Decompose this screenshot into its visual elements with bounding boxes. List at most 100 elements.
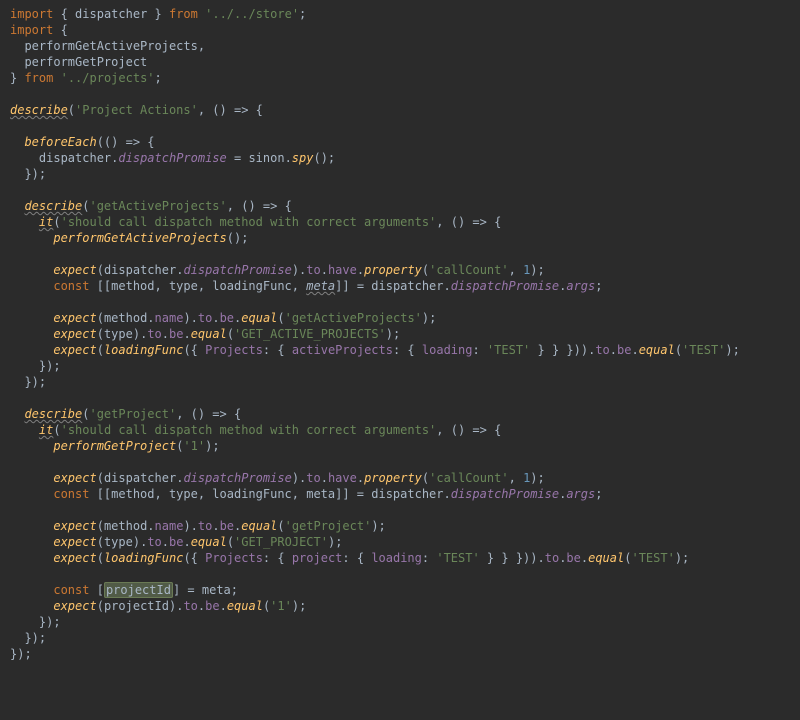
fn: property	[364, 263, 422, 277]
paren: (	[97, 519, 104, 533]
prop: to	[147, 535, 161, 549]
string: 'should call dispatch method with correc…	[61, 215, 437, 229]
brace: {	[53, 23, 67, 37]
paren: );	[328, 535, 342, 549]
paren: ).	[133, 327, 147, 341]
prop: to	[306, 471, 320, 485]
ident: method.	[104, 519, 155, 533]
destr: [[method, type, loadingFunc,	[89, 279, 306, 293]
colon: :	[422, 551, 436, 565]
string: 'TEST'	[436, 551, 479, 565]
close: });	[10, 647, 32, 661]
call: ();	[313, 151, 335, 165]
arrow: , () => {	[436, 215, 501, 229]
dot: .	[321, 263, 328, 277]
paren: (	[97, 551, 104, 565]
fn-expect: expect	[53, 535, 96, 549]
semi: ;	[595, 279, 602, 293]
prop: project	[292, 551, 343, 565]
kw-const: const	[53, 279, 89, 293]
close: });	[24, 631, 46, 645]
eq: =	[234, 151, 248, 165]
dot: .	[357, 471, 364, 485]
kw-import: import	[10, 23, 53, 37]
brace: }	[147, 7, 169, 21]
fn-expect: expect	[53, 327, 96, 341]
paren: (	[277, 311, 284, 325]
fn: equal	[191, 327, 227, 341]
fn-call: performGetActiveProjects	[53, 231, 226, 245]
paren: (	[53, 423, 60, 437]
colon: : {	[263, 343, 292, 357]
paren: (	[97, 263, 104, 277]
kw-const: const	[53, 583, 89, 597]
code-editor[interactable]: import { dispatcher } from '../../store'…	[0, 0, 800, 668]
prop: have	[328, 471, 357, 485]
fn-describe: describe	[10, 103, 68, 117]
paren: ({	[183, 343, 205, 357]
close: });	[24, 167, 46, 181]
prop: be	[205, 599, 219, 613]
unused-param: meta	[306, 279, 335, 293]
semi: ;	[299, 7, 306, 21]
colon: : {	[342, 551, 371, 565]
fn: equal	[588, 551, 624, 565]
fn-expect: expect	[53, 263, 96, 277]
close: });	[39, 359, 61, 373]
string: '1'	[183, 439, 205, 453]
prop: args	[566, 279, 595, 293]
fn-spy: spy	[292, 151, 314, 165]
string: '1'	[270, 599, 292, 613]
paren: );	[292, 599, 306, 613]
colon: : {	[263, 551, 292, 565]
prop: be	[169, 535, 183, 549]
fn-expect: expect	[53, 311, 96, 325]
prop: to	[183, 599, 197, 613]
fn: equal	[241, 311, 277, 325]
prop: to	[147, 327, 161, 341]
fn-expect: expect	[53, 471, 96, 485]
prop: Projects	[205, 343, 263, 357]
prop: args	[566, 487, 595, 501]
fn-beforeEach: beforeEach	[24, 135, 96, 149]
prop: name	[155, 519, 184, 533]
arrow: , () => {	[227, 199, 292, 213]
prop: loading	[371, 551, 422, 565]
paren: );	[530, 263, 544, 277]
paren: (	[675, 343, 682, 357]
ident: projectId	[104, 599, 169, 613]
ident: method.	[104, 311, 155, 325]
fn: equal	[191, 535, 227, 549]
paren: (	[68, 103, 75, 117]
kw-from: from	[24, 71, 53, 85]
fn: property	[364, 471, 422, 485]
ident: dispatcher	[104, 263, 176, 277]
string: 'callCount'	[429, 471, 508, 485]
string: 'getActiveProjects'	[89, 199, 226, 213]
kw-const: const	[53, 487, 89, 501]
paren: );	[205, 439, 219, 453]
ident: performGetActiveProjects	[24, 39, 197, 53]
string: 'getProject'	[285, 519, 372, 533]
prop: dispatchPromise	[183, 471, 291, 485]
paren: (	[227, 535, 234, 549]
paren: (	[97, 343, 104, 357]
ident: type	[104, 535, 133, 549]
fn: equal	[241, 519, 277, 533]
string: 'should call dispatch method with correc…	[61, 423, 437, 437]
prop: to	[595, 343, 609, 357]
prop: to	[306, 263, 320, 277]
dot: .	[631, 343, 638, 357]
paren: (	[97, 327, 104, 341]
prop: loading	[422, 343, 473, 357]
string: 'GET_ACTIVE_PROJECTS'	[234, 327, 386, 341]
fn: equal	[227, 599, 263, 613]
ident: sinon	[248, 151, 284, 165]
comma: ,	[198, 39, 205, 53]
prop: dispatchPromise	[183, 263, 291, 277]
dot: .	[162, 327, 169, 341]
arrow: , () => {	[436, 423, 501, 437]
dot: .	[321, 471, 328, 485]
semi: ;	[595, 487, 602, 501]
string: 'TEST'	[631, 551, 674, 565]
